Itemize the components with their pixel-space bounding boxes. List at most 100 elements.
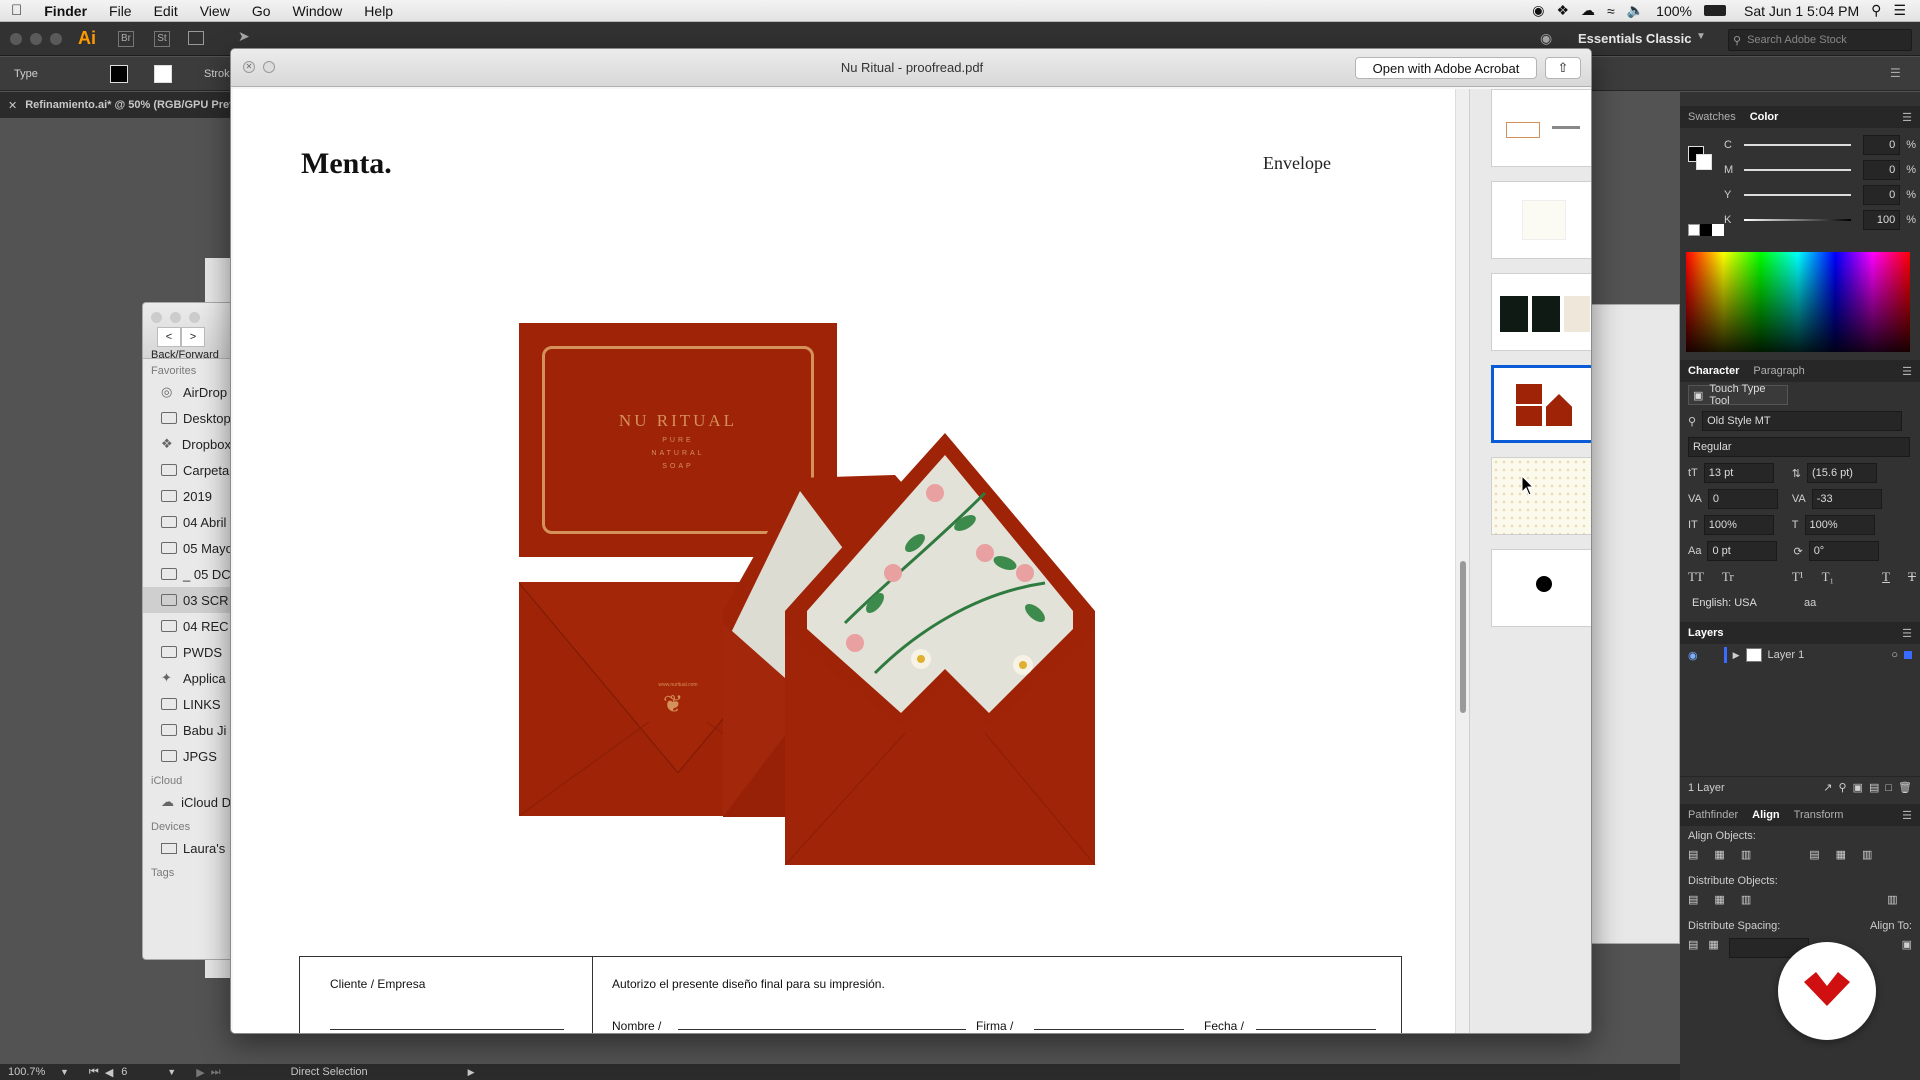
sidebar-item-2019[interactable]: 2019 <box>143 483 231 509</box>
form-date-line[interactable] <box>1256 1029 1376 1030</box>
document-tab[interactable]: ✕ Refinamiento.ai* @ 50% (RGB/GPU Previ <box>0 92 240 118</box>
small-caps-button[interactable]: Tr <box>1722 569 1734 585</box>
target-icon[interactable]: ○ <box>1891 649 1898 661</box>
sidebar-item-dropbox[interactable]: ❖ Dropbox <box>143 431 231 457</box>
tracking-input[interactable]: -33 <box>1811 489 1882 509</box>
panel-menu-icon[interactable]: ☰ <box>1902 365 1912 378</box>
open-with-acrobat-button[interactable]: Open with Adobe Acrobat <box>1355 57 1537 79</box>
vertical-scrollbar[interactable] <box>1455 89 1469 1033</box>
menu-help[interactable]: Help <box>353 3 404 19</box>
chevron-down-icon[interactable]: ▼ <box>60 1067 69 1077</box>
menu-view[interactable]: View <box>189 3 241 19</box>
distribute-top-icon[interactable]: ▤ <box>1688 893 1698 906</box>
font-style-select[interactable]: Regular <box>1688 437 1910 457</box>
superscript-button[interactable]: T¹ <box>1792 569 1804 585</box>
back-button[interactable]: < <box>157 327 181 347</box>
align-bottom-icon[interactable]: ▥ <box>1862 848 1872 861</box>
subscript-button[interactable]: T₁ <box>1822 569 1834 585</box>
form-client-line[interactable] <box>330 1029 564 1030</box>
menu-app-finder[interactable]: Finder <box>33 3 98 19</box>
forward-button[interactable]: > <box>181 327 205 347</box>
tab-color[interactable]: Color <box>1750 111 1779 123</box>
first-artboard-icon[interactable]: ⏮ <box>89 1066 99 1079</box>
sidebar-item-04-abril[interactable]: 04 Abril <box>143 509 231 535</box>
new-sublayer-icon[interactable]: ▤ <box>1869 781 1879 794</box>
notification-center-icon[interactable]: ☰ <box>1893 2 1906 19</box>
new-layer-icon[interactable]: □ <box>1885 782 1892 794</box>
eye-icon[interactable]: ◉ <box>1688 649 1698 662</box>
slider-m[interactable]: M 0 % <box>1724 157 1916 182</box>
distribute-bottom-icon[interactable]: ▥ <box>1741 893 1751 906</box>
menu-go[interactable]: Go <box>241 3 282 19</box>
slider-c[interactable]: C 0 % <box>1724 132 1916 157</box>
control-label-stroke[interactable]: Strok <box>204 68 230 80</box>
thumbnail-page-2[interactable] <box>1491 181 1591 259</box>
thumbnail-page-1[interactable] <box>1491 89 1591 167</box>
sidebar-item-pwds[interactable]: PWDS <box>143 639 231 665</box>
creative-cloud-icon[interactable]: ☁ <box>1581 2 1595 19</box>
align-middle-icon[interactable]: ▦ <box>1836 848 1846 861</box>
color-spectrum[interactable] <box>1686 252 1910 352</box>
sidebar-item-icloud-drive[interactable]: ☁ iCloud D <box>143 789 231 815</box>
panel-menu-icon[interactable]: ☰ <box>1902 627 1912 640</box>
slider-track[interactable] <box>1743 143 1851 146</box>
close-tab-icon[interactable]: ✕ <box>8 99 17 112</box>
close-button[interactable] <box>151 312 162 323</box>
horizontal-scale-input[interactable]: 100% <box>1804 515 1875 535</box>
align-to-select[interactable]: ▣ <box>1902 938 1912 958</box>
locate-object-icon[interactable]: ⚲ <box>1839 781 1847 794</box>
layer-selection-square[interactable] <box>1904 651 1912 659</box>
chevron-right-icon[interactable]: ▶ <box>1733 650 1740 661</box>
vertical-spacing-icon[interactable]: ▤ <box>1688 938 1698 958</box>
chevron-down-icon[interactable]: ▼ <box>167 1067 176 1077</box>
prev-artboard-icon[interactable]: ◀ <box>105 1066 113 1079</box>
sidebar-item-device[interactable]: Laura's <box>143 835 231 861</box>
workspace-switcher[interactable]: Essentials Classic <box>1578 31 1691 46</box>
align-top-icon[interactable]: ▤ <box>1809 848 1819 861</box>
stroke-color-swatch[interactable] <box>1696 154 1712 170</box>
panel-menu-icon[interactable]: ☰ <box>1902 809 1912 822</box>
sidebar-item-airdrop[interactable]: ◎ AirDrop <box>143 379 231 405</box>
distribute-right-icon[interactable]: ▥ <box>1887 893 1897 906</box>
stroke-swatch[interactable] <box>154 65 172 83</box>
thumbnail-page-5[interactable] <box>1491 457 1591 535</box>
stock-icon[interactable]: St <box>154 31 170 47</box>
next-artboard-icon[interactable]: ▶ <box>196 1066 204 1079</box>
status-menu-icon[interactable]: ▶ <box>468 1067 475 1078</box>
form-name-line[interactable] <box>678 1029 966 1030</box>
none-swatch[interactable] <box>1688 224 1700 236</box>
anti-aliasing-select[interactable] <box>1822 593 1902 613</box>
record-icon[interactable]: ◉ <box>1532 2 1544 19</box>
tab-pathfinder[interactable]: Pathfinder <box>1688 809 1738 821</box>
clock[interactable]: Sat Jun 1 5:04 PM <box>1744 3 1859 19</box>
align-center-icon[interactable]: ▦ <box>1714 848 1724 861</box>
form-signature-line[interactable] <box>1034 1029 1184 1030</box>
thumbnail-page-3[interactable] <box>1491 273 1591 351</box>
arrange-documents-icon[interactable] <box>188 31 204 45</box>
menu-edit[interactable]: Edit <box>143 3 189 19</box>
distribute-middle-icon[interactable]: ▦ <box>1714 893 1724 906</box>
align-right-icon[interactable]: ▥ <box>1741 848 1751 861</box>
layer-row[interactable]: ◉ ▶ Layer 1 ○ <box>1680 644 1920 666</box>
zoom-button[interactable] <box>50 33 62 45</box>
tab-layers[interactable]: Layers <box>1688 627 1723 639</box>
panel-menu-icon[interactable]: ☰ <box>1890 66 1901 80</box>
slider-track[interactable] <box>1743 168 1851 171</box>
slider-track[interactable] <box>1743 193 1851 196</box>
fill-swatch[interactable] <box>110 65 128 83</box>
menu-file[interactable]: File <box>98 3 143 19</box>
kerning-input[interactable]: 0 <box>1707 489 1778 509</box>
thumbnail-page-6[interactable] <box>1491 549 1591 627</box>
tab-paragraph[interactable]: Paragraph <box>1753 365 1804 377</box>
spotlight-icon[interactable]: ⚲ <box>1871 2 1881 19</box>
minimize-button[interactable] <box>170 312 181 323</box>
white-swatch[interactable] <box>1712 224 1724 236</box>
share-button[interactable]: ⇧ <box>1545 57 1581 79</box>
rocket-icon[interactable]: ➤ <box>238 28 250 45</box>
export-icon[interactable]: ↗ <box>1823 781 1832 794</box>
bridge-icon[interactable]: Br <box>118 31 134 47</box>
vertical-scale-input[interactable]: 100% <box>1703 515 1774 535</box>
chevron-down-icon[interactable]: ▼ <box>1696 31 1706 42</box>
black-swatch[interactable] <box>1700 224 1712 236</box>
lightbulb-icon[interactable]: ◉ <box>1540 30 1552 47</box>
